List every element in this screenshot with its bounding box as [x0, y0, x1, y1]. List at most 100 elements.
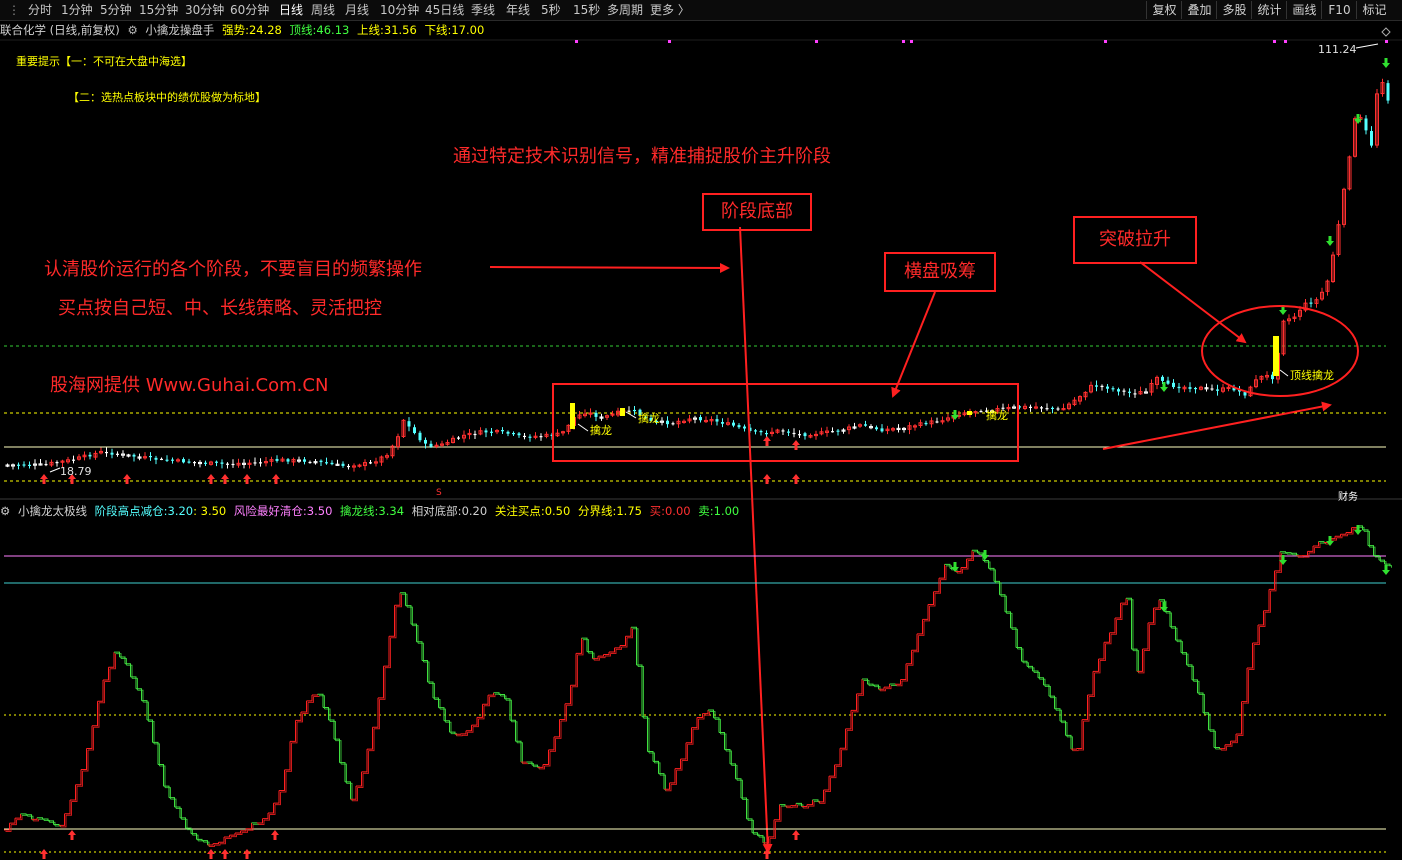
candle-body [506, 431, 510, 434]
taiji-step [1225, 741, 1231, 746]
taiji-step-shadow [1287, 553, 1293, 555]
taiji-step [807, 799, 813, 806]
candle-body [253, 462, 257, 464]
sub-v1b: : 3.50 [193, 504, 227, 518]
taiji-step-shadow [1265, 590, 1271, 613]
taiji-step [1241, 668, 1248, 703]
taiji-step-shadow [291, 721, 298, 744]
taiji-step [900, 663, 907, 680]
candle-body [666, 420, 669, 425]
sub-l7: 买: [649, 504, 665, 518]
candle-body [220, 462, 224, 464]
taiji-step [999, 594, 1006, 612]
taiji-step [856, 679, 863, 695]
taiji-step-shadow [1116, 604, 1123, 621]
taiji-step [1236, 701, 1242, 735]
sub-sell-arrow-icon [1354, 525, 1362, 535]
taiji-step [1109, 618, 1116, 634]
candle-body [754, 430, 757, 432]
taiji-step [697, 713, 703, 718]
taiji-step [911, 633, 918, 651]
sub-sell-arrow-icon [981, 550, 989, 560]
taiji-step-shadow [313, 695, 320, 698]
sub-settings-gear-icon[interactable]: ⚙ [0, 504, 10, 518]
taiji-step-shadow [1149, 609, 1156, 625]
taiji-step-shadow [390, 606, 397, 639]
sub-sell-arrow-icon [951, 562, 959, 572]
taiji-step [460, 730, 467, 735]
tip-line-2: 【二：选热点板块中的绩优股做为标地】 [68, 91, 266, 104]
taiji-step [103, 667, 109, 681]
taiji-step-shadow [379, 667, 386, 700]
taiji-step [1219, 744, 1226, 750]
candle-body [88, 454, 92, 457]
buy-arrow-icon [272, 474, 280, 484]
taiji-step [191, 833, 197, 840]
taiji-step [598, 654, 604, 657]
candle-body [594, 412, 598, 417]
candle-body [55, 462, 59, 464]
candle-body [275, 458, 279, 461]
sub-v1: 3.20 [167, 504, 194, 518]
taiji-step-shadow [863, 680, 870, 686]
sub-indicator-name[interactable]: 小擒龙太极线 [18, 504, 87, 518]
taiji-step [603, 652, 610, 655]
taiji-step [570, 653, 577, 686]
taiji-step [592, 656, 599, 660]
taiji-step [15, 813, 21, 819]
sub-v4: 0.20 [461, 504, 488, 518]
candle-body [490, 431, 493, 433]
candle-body [523, 435, 526, 438]
buy-arrow-icon [40, 474, 48, 484]
yellow-signal-candle [620, 408, 625, 416]
candle-body [72, 459, 75, 461]
taiji-step-shadow [1237, 703, 1244, 736]
taiji-step-shadow [726, 750, 732, 766]
taiji-step-shadow [368, 728, 375, 752]
taiji-step [510, 719, 516, 742]
sub-buy-arrow-icon [792, 830, 800, 840]
taiji-step-shadow [935, 579, 941, 594]
dingxian-qinlong-label: 顶线擒龙 [1290, 369, 1334, 382]
taiji-step [1340, 532, 1347, 535]
candle-body [165, 459, 169, 461]
taiji-step [928, 591, 934, 606]
taiji-step-shadow [544, 751, 551, 767]
stages-arrow [489, 262, 730, 273]
taiji-step-shadow [187, 829, 193, 836]
taiji-step [207, 843, 214, 846]
taiji-step-shadow [1067, 736, 1073, 751]
bottom-arrow [739, 226, 773, 854]
chart-canvas[interactable] [0, 0, 1402, 860]
candle-body [259, 462, 262, 464]
candle-body [22, 464, 26, 466]
candle-body [501, 430, 504, 432]
candle-body [759, 430, 763, 433]
taiji-step-shadow [148, 721, 155, 744]
candle-body [171, 459, 174, 461]
taiji-step-shadow [671, 770, 677, 785]
taiji-step [746, 818, 753, 833]
buy-arrow-icon [221, 474, 229, 484]
taiji-step [1137, 649, 1143, 672]
taiji-step [1208, 729, 1215, 748]
taiji-step-shadow [577, 639, 584, 656]
taiji-step-shadow [82, 750, 89, 772]
taiji-step [790, 803, 797, 807]
sub-buy-arrow-icon [243, 849, 251, 859]
taiji-step [1131, 648, 1138, 672]
taiji-step-shadow [731, 764, 738, 781]
candle-body [627, 410, 631, 412]
taiji-step-shadow [808, 801, 815, 807]
sub-buy-arrow-icon [763, 849, 771, 859]
taiji-step-shadow [143, 701, 149, 722]
taiji-step [768, 819, 775, 838]
taiji-step [295, 711, 302, 721]
taiji-step [933, 578, 940, 593]
annotation-stages: 认清股价运行的各个阶段，不要盲目的频繁操作 [44, 259, 422, 280]
sub-l5: 关注买点: [494, 504, 545, 518]
candle-body [798, 434, 801, 436]
taiji-step [1005, 611, 1011, 628]
taiji-step [284, 741, 291, 771]
taiji-step [658, 773, 665, 790]
